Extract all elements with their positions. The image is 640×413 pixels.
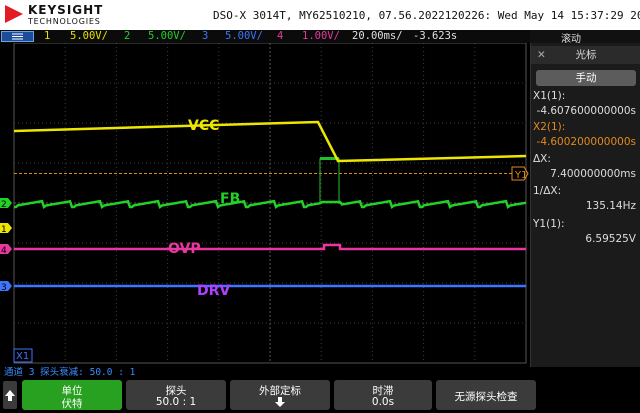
inv-dx-value: 135.14Hz [585,200,636,212]
ch1-scale[interactable]: 5.00V/ [70,30,108,42]
ch2-number[interactable]: 2 [124,30,130,42]
softkey-passive-probe-check[interactable]: 无源探头检查 [436,380,536,410]
status-line: 通道 3 探头衰减: 50.0 : 1 [0,367,640,378]
x1-value[interactable]: -4.607600000000s [537,105,636,117]
brand-name: KEYSIGHT [28,3,104,17]
ch2-scale[interactable]: 5.00V/ [148,30,186,42]
dx-label: ΔX: [533,153,551,165]
submenu-arrow-icon [275,397,285,407]
up-arrow-icon [5,390,15,401]
waveform-display[interactable]: Y1 VCC FB OVP DRV 2 1 4 3 X1 [0,43,530,367]
softkey-skew[interactable]: 时滞 0.0s [334,380,432,410]
cursor-mode-button[interactable]: 手动 [536,70,636,86]
cursor-panel-title-text: 光标 [575,49,597,61]
title-bar: KEYSIGHT TECHNOLOGIES DSO-X 3014T, MY625… [0,0,640,30]
drv-label: DRV [197,283,230,299]
channel-bar: 1 5.00V/ 2 5.00V/ 3 5.00V/ 4 1.00V/ 20.0… [0,30,530,43]
ch4-number[interactable]: 4 [277,30,283,42]
softkey-probe-value: 50.0 : 1 [155,396,197,408]
y1-marker-label: Y1 [514,170,527,181]
x2-label: X2(1): [533,121,566,133]
svg-text:2: 2 [1,200,7,210]
inv-dx-label: 1/ΔX: [533,185,562,197]
svg-text:X1: X1 [16,351,29,362]
softkey-skew-value: 0.0s [371,396,395,408]
brand-subtitle: TECHNOLOGIES [28,17,101,26]
fb-label: FB [220,191,240,207]
vcc-label: VCC [188,118,219,134]
timebase-scale[interactable]: 20.00ms/ [352,30,403,42]
cursor-panel: ✕ 光标 手动 X1(1): -4.607600000000s X2(1): -… [530,43,640,373]
softkey-passive-probe-check-label: 无源探头检查 [454,391,518,403]
keysight-logo: KEYSIGHT TECHNOLOGIES [5,2,135,28]
y1-value[interactable]: 6.59525V [585,233,636,245]
x2-value[interactable]: -4.600200000000s [537,136,636,148]
svg-text:1: 1 [1,225,7,235]
instrument-info: DSO-X 3014T, MY62510210, 07.56.202212022… [213,9,640,22]
y1-label: Y1(1): [533,218,565,230]
ch3-number[interactable]: 3 [202,30,208,42]
status-text: 通道 3 探头衰减: 50.0 : 1 [4,367,136,378]
softkey-units-value: 伏特 [61,398,83,410]
svg-text:3: 3 [1,283,7,293]
keysight-logo-icon [5,5,23,23]
dx-value: 7.400000000ms [550,168,636,180]
ch3-scale[interactable]: 5.00V/ [225,30,263,42]
main-menu-icon[interactable] [1,31,34,42]
svg-text:4: 4 [1,246,7,256]
x1-label: X1(1): [533,90,566,102]
timebase-delay[interactable]: -3.623s [413,30,457,42]
close-icon[interactable]: ✕ [537,46,546,64]
acquisition-mode-bar: 滚动 [530,30,640,45]
back-up-button[interactable] [3,381,17,409]
softkey-external-scaling[interactable]: 外部定标 [230,380,330,410]
softkey-probe[interactable]: 探头 50.0 : 1 [126,380,226,410]
ch4-scale[interactable]: 1.00V/ [302,30,340,42]
cursor-panel-title: ✕ 光标 [531,46,640,64]
softkey-units[interactable]: 单位 伏特 [22,380,122,410]
ch1-number[interactable]: 1 [44,30,50,42]
ovp-label: OVP [168,241,201,257]
